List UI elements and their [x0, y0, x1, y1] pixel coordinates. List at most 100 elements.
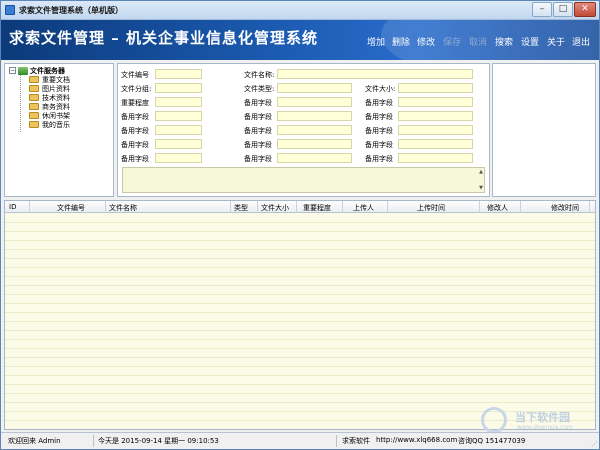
file-number-field[interactable] [155, 69, 202, 79]
column-divider[interactable] [387, 201, 388, 213]
spare-field-2-4[interactable] [277, 139, 352, 149]
status-vendor: 求索软件 [342, 437, 370, 445]
label-spare-3-4: 备用字段 [365, 141, 393, 149]
spare-field-3-3[interactable] [398, 125, 473, 135]
column-divider[interactable] [589, 201, 590, 213]
resize-grip-icon[interactable]: ⋰ [591, 440, 598, 448]
spare-field-1-3[interactable] [155, 139, 202, 149]
scroll-up-icon[interactable]: ▲ [479, 169, 483, 175]
spare-field-2-5[interactable] [277, 153, 352, 163]
table-row[interactable] [5, 268, 595, 277]
collapse-icon[interactable]: − [9, 67, 16, 74]
col-header-uploader[interactable]: 上传人 [353, 203, 374, 213]
column-divider[interactable] [479, 201, 480, 213]
column-divider[interactable] [520, 201, 521, 213]
table-row[interactable] [5, 286, 595, 295]
table-row[interactable] [5, 322, 595, 331]
menu-exit[interactable]: 退出 [572, 35, 590, 48]
col-header-modify-time[interactable]: 修改时间 [551, 203, 579, 213]
title-bar[interactable]: 求索文件管理系统（单机版） – □ ✕ [1, 1, 599, 20]
spare-field-1-2[interactable] [155, 125, 202, 135]
grid-header: ID 文件编号 文件名称 类型 文件大小 重要程度 上传人 上传时间 修改人 修… [5, 201, 595, 213]
menu-save[interactable]: 保存 [443, 35, 461, 48]
spare-field-3-2[interactable] [398, 111, 473, 121]
col-header-modifier[interactable]: 修改人 [487, 203, 508, 213]
app-icon [5, 5, 15, 15]
spare-field-2-1[interactable] [277, 97, 352, 107]
column-divider[interactable] [230, 201, 231, 213]
label-spare-2-5: 备用字段 [244, 155, 272, 163]
col-header-id[interactable]: ID [9, 203, 16, 211]
menu-search[interactable]: 搜索 [495, 35, 513, 48]
col-header-file-name[interactable]: 文件名称 [109, 203, 137, 213]
table-row[interactable] [5, 358, 595, 367]
tree-connector [20, 74, 21, 132]
label-spare-1-2: 备用字段 [121, 127, 149, 135]
file-detail-form: 文件编号 文件分组: 重要程度 备用字段 备用字段 备用字段 备用字段 文件名称… [117, 63, 490, 197]
table-row[interactable] [5, 376, 595, 385]
table-row[interactable] [5, 223, 595, 232]
table-row[interactable] [5, 313, 595, 322]
col-header-importance[interactable]: 重要程度 [303, 203, 331, 213]
column-divider[interactable] [105, 201, 106, 213]
table-row[interactable] [5, 214, 595, 223]
col-header-upload-time[interactable]: 上传时间 [417, 203, 445, 213]
menu-cancel[interactable]: 取消 [469, 35, 487, 48]
menu-add[interactable]: 增加 [367, 35, 385, 48]
spare-field-3-1[interactable] [398, 97, 473, 107]
table-row[interactable] [5, 340, 595, 349]
file-name-field[interactable] [277, 69, 473, 79]
spare-field-1-1[interactable] [155, 111, 202, 121]
label-spare-3-3: 备用字段 [365, 127, 393, 135]
column-divider[interactable] [342, 201, 343, 213]
table-row[interactable] [5, 232, 595, 241]
table-row[interactable] [5, 331, 595, 340]
col-header-type[interactable]: 类型 [234, 203, 248, 213]
folder-icon [29, 76, 39, 83]
label-file-type: 文件类型: [244, 85, 275, 93]
label-spare-3-2: 备用字段 [365, 113, 393, 121]
table-row[interactable] [5, 295, 595, 304]
importance-field[interactable] [155, 97, 202, 107]
scroll-down-icon[interactable]: ▼ [479, 185, 483, 191]
file-type-field[interactable] [277, 83, 352, 93]
minimize-button[interactable]: – [532, 2, 552, 17]
file-list-grid[interactable]: ID 文件编号 文件名称 类型 文件大小 重要程度 上传人 上传时间 修改人 修… [4, 200, 596, 430]
table-row[interactable] [5, 241, 595, 250]
col-header-file-number[interactable]: 文件编号 [57, 203, 85, 213]
table-row[interactable] [5, 304, 595, 313]
folder-icon [29, 121, 39, 128]
close-button[interactable]: ✕ [574, 2, 596, 17]
memo-textarea[interactable]: ▲ ▼ [122, 167, 485, 193]
menu-about[interactable]: 关于 [547, 35, 565, 48]
label-spare-1-1: 备用字段 [121, 113, 149, 121]
column-divider[interactable] [257, 201, 258, 213]
spare-field-2-2[interactable] [277, 111, 352, 121]
file-group-field[interactable] [155, 83, 202, 93]
table-row[interactable] [5, 349, 595, 358]
maximize-button[interactable]: □ [553, 2, 573, 17]
app-window: 求索文件管理系统（单机版） – □ ✕ 求索文件管理 – 机关企事业信息化管理系… [0, 0, 600, 450]
table-row[interactable] [5, 259, 595, 268]
menu-edit[interactable]: 修改 [417, 35, 435, 48]
menu-settings[interactable]: 设置 [521, 35, 539, 48]
spare-field-1-4[interactable] [155, 153, 202, 163]
col-header-file-size[interactable]: 文件大小 [261, 203, 289, 213]
status-website[interactable]: http://www.xlq668.com [376, 436, 457, 444]
spare-field-2-3[interactable] [277, 125, 352, 135]
tree-item-music[interactable]: 我的音乐 [29, 120, 70, 129]
column-divider[interactable] [29, 201, 30, 213]
table-row[interactable] [5, 385, 595, 394]
file-size-field[interactable] [398, 83, 473, 93]
column-divider[interactable] [296, 201, 297, 213]
label-file-size: 文件大小: [365, 85, 396, 93]
table-row[interactable] [5, 394, 595, 403]
table-row[interactable] [5, 277, 595, 286]
label-spare-1-4: 备用字段 [121, 155, 149, 163]
folder-icon [29, 103, 39, 110]
spare-field-3-5[interactable] [398, 153, 473, 163]
spare-field-3-4[interactable] [398, 139, 473, 149]
table-row[interactable] [5, 250, 595, 259]
menu-delete[interactable]: 删除 [392, 35, 410, 48]
table-row[interactable] [5, 367, 595, 376]
